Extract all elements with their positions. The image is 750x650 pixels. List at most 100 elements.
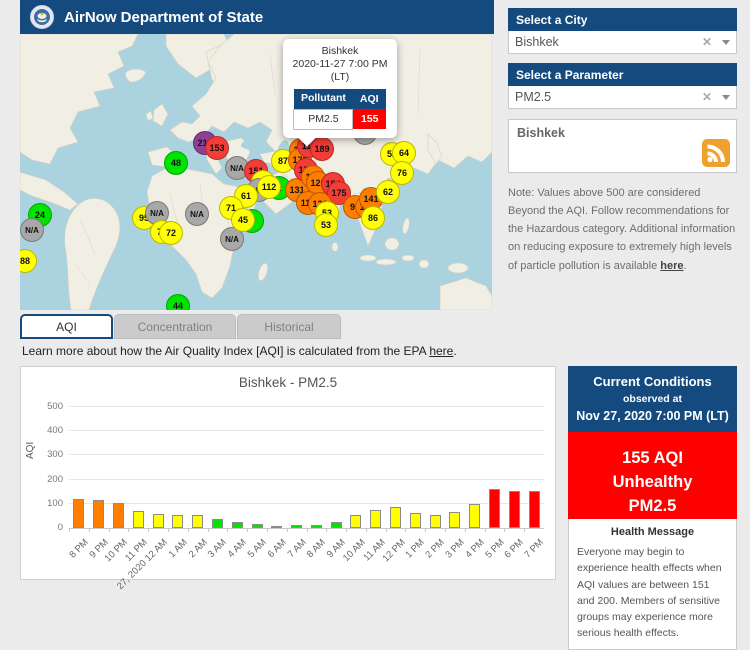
map-marker[interactable]: 72 <box>159 221 183 245</box>
parameter-clear-icon[interactable]: ✕ <box>702 90 712 104</box>
chart-x-tick-label: 6 AM <box>265 537 289 561</box>
map-marker[interactable]: N/A <box>20 218 44 242</box>
popup-table: Pollutant AQI PM2.5 155 <box>293 89 387 130</box>
health-message-title: Health Message <box>610 526 695 538</box>
popup-city: Bishkek <box>321 45 359 57</box>
map-popup: Bishkek 2020-11-27 7:00 PM (LT) Pollutan… <box>283 39 397 147</box>
current-conditions-header: Current Conditions observed at Nov 27, 2… <box>568 366 737 432</box>
chart-bar[interactable] <box>429 514 441 528</box>
chart-x-tick-label: 7 AM <box>285 537 309 561</box>
chart-bar[interactable] <box>291 525 303 528</box>
chart-x-tick-label: 2 AM <box>186 537 210 561</box>
select-city-title: Select a City <box>516 12 588 27</box>
chart-bar[interactable] <box>231 521 243 528</box>
chart-x-tick-label: 5 PM <box>482 537 507 561</box>
chart-bar[interactable] <box>211 518 223 528</box>
map-marker[interactable]: 48 <box>164 151 188 175</box>
chart-x-tick <box>306 528 308 532</box>
city-clear-icon[interactable]: ✕ <box>702 35 712 49</box>
chart-bar[interactable] <box>192 515 204 528</box>
map-marker[interactable]: 45 <box>231 208 255 232</box>
chart-x-tick <box>266 528 268 532</box>
chart-bar[interactable] <box>73 498 85 528</box>
chart-y-tick-label: 200 <box>47 473 63 485</box>
chart-bar[interactable] <box>112 502 124 528</box>
chart-x-tick <box>187 528 189 532</box>
city-chevron-down-icon[interactable] <box>722 39 730 45</box>
popup-pollutant-value: PM2.5 <box>293 108 354 130</box>
chart-bar[interactable] <box>132 511 144 528</box>
chart-x-tick <box>286 528 288 532</box>
chart-x-tick <box>88 528 90 532</box>
learn-more-end: . <box>453 344 457 358</box>
chart-bar[interactable] <box>390 507 402 528</box>
chart-x-tick <box>385 528 387 532</box>
note-text: Note: Values above 500 are considered Be… <box>508 184 738 275</box>
chart-x-tick-label: 7 PM <box>522 537 546 561</box>
learn-more-text: Learn more about how the Air Quality Ind… <box>22 344 457 358</box>
world-aqi-map[interactable]: 24N/A88444821615395N/A7072N/AN/AN/A15184… <box>20 34 492 310</box>
chart-bar[interactable] <box>350 514 362 528</box>
chart-bar[interactable] <box>271 526 283 528</box>
select-parameter-header: Select a Parameter <box>508 63 737 86</box>
chart-gridline <box>69 406 544 407</box>
chart-x-tick-label: 8 AM <box>305 537 329 561</box>
chart-bar[interactable] <box>508 490 520 528</box>
chart-x-tick <box>484 528 486 532</box>
chart-x-tick <box>108 528 110 532</box>
chart-y-tick-label: 100 <box>47 497 63 509</box>
chart-x-tick <box>148 528 150 532</box>
health-message-text: Everyone may begin to experience health … <box>577 546 722 640</box>
tab-aqi[interactable]: AQI <box>20 314 113 339</box>
map-marker[interactable]: 76 <box>390 161 414 185</box>
map-marker[interactable]: 153 <box>205 136 229 160</box>
chart-bar[interactable] <box>310 524 322 528</box>
chart-bar[interactable] <box>409 513 421 528</box>
select-parameter-title: Select a Parameter <box>516 67 624 82</box>
parameter-dropdown-value: PM2.5 <box>515 90 552 104</box>
chart-bar[interactable] <box>469 504 481 528</box>
chart-y-tick-label: 500 <box>47 401 63 412</box>
city-dropdown[interactable]: Bishkek ✕ <box>508 31 737 54</box>
chart-x-tick-label: 3 PM <box>443 537 467 561</box>
chart-y-tick-label: 400 <box>47 425 63 437</box>
parameter-dropdown[interactable]: PM2.5 ✕ <box>508 86 737 109</box>
chart-bar[interactable] <box>251 523 263 528</box>
map-marker[interactable]: 112 <box>257 175 281 199</box>
learn-more-here-link[interactable]: here <box>429 344 453 358</box>
popup-datetime: 2020-11-27 7:00 PM <box>292 58 388 71</box>
chart-x-tick <box>326 528 328 532</box>
map-marker[interactable]: 53 <box>314 213 338 237</box>
current-conditions-title: Current Conditions <box>593 374 712 389</box>
current-aqi-block: 155 AQI Unhealthy PM2.5 <box>568 432 737 519</box>
chart-y-tick-label: 0 <box>57 522 63 533</box>
chart-x-tick <box>464 528 466 532</box>
chart-x-tick-label: 4 AM <box>225 537 249 561</box>
chart-x-tick <box>128 528 130 532</box>
rss-feed-icon[interactable] <box>702 139 730 167</box>
note-here-link[interactable]: here <box>660 260 683 272</box>
current-conditions-panel: Current Conditions observed at Nov 27, 2… <box>568 366 737 650</box>
select-city-header: Select a City <box>508 8 737 31</box>
chart-x-tick <box>207 528 209 532</box>
chart-bar[interactable] <box>370 509 382 528</box>
map-marker[interactable]: N/A <box>185 202 209 226</box>
map-marker[interactable]: 189 <box>310 137 334 161</box>
chart-bar[interactable] <box>528 490 540 528</box>
tab-concentration[interactable]: Concentration <box>114 314 236 339</box>
popup-aqi-value: 155 <box>352 109 387 130</box>
chart-bar[interactable] <box>449 512 461 528</box>
chart-x-tick-label: 4 PM <box>463 537 487 561</box>
chart-bar[interactable] <box>330 521 342 528</box>
note-text-end: . <box>683 259 687 272</box>
chart-bar[interactable] <box>489 489 501 528</box>
chart-x-tick <box>504 528 506 532</box>
tab-historical[interactable]: Historical <box>237 314 341 339</box>
map-marker[interactable]: 86 <box>361 206 385 230</box>
chart-bar[interactable] <box>172 514 184 528</box>
current-aqi-value: 155 AQI <box>622 449 683 467</box>
chart-bar[interactable] <box>93 499 105 528</box>
chart-bar[interactable] <box>152 514 164 528</box>
parameter-chevron-down-icon[interactable] <box>722 94 730 100</box>
city-dropdown-value: Bishkek <box>515 35 559 49</box>
